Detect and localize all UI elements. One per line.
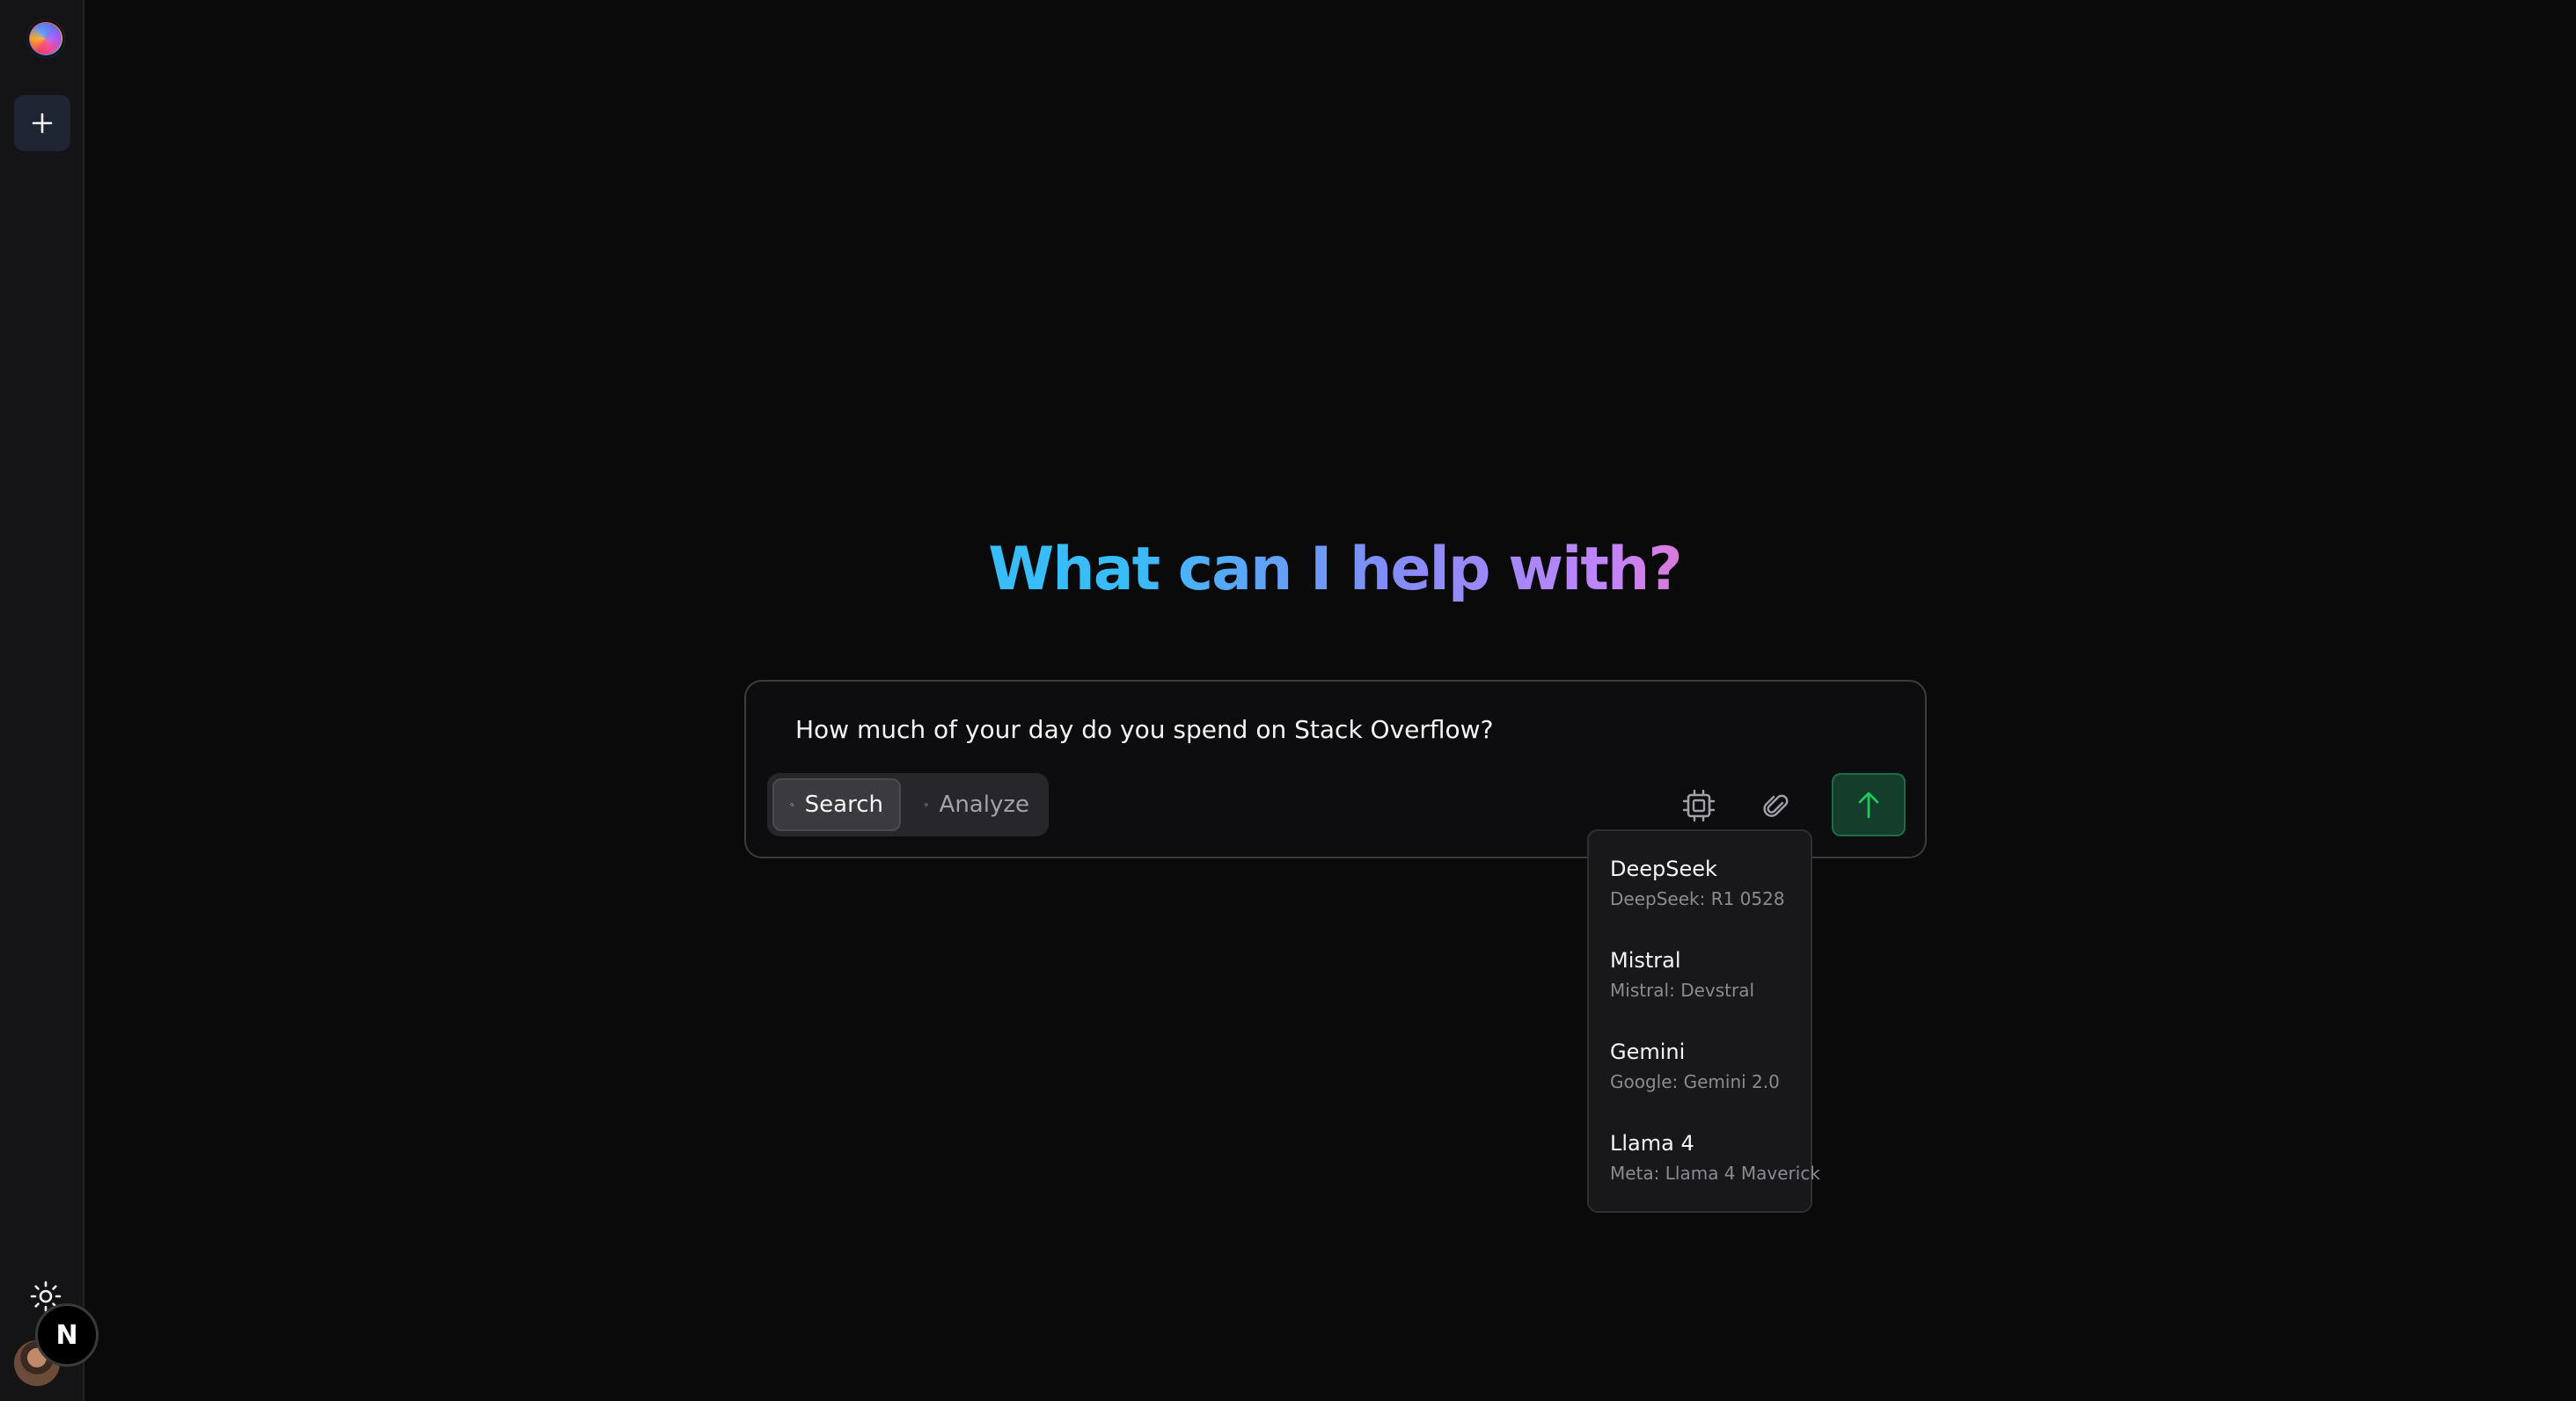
attach-button[interactable]: [1756, 785, 1797, 826]
model-option-name: DeepSeek: [1610, 857, 1717, 881]
model-select-button[interactable]: [1679, 785, 1719, 826]
model-option-name: Mistral: [1610, 948, 1681, 973]
model-option-description: Mistral: Devstral: [1610, 980, 1755, 1001]
model-dropdown-menu: DeepSeek DeepSeek: R1 0528 Mistral Mistr…: [1587, 829, 1820, 1213]
sidebar: [0, 0, 84, 1401]
model-option-description: Meta: Llama 4 Maverick: [1610, 1163, 1820, 1184]
page-title: What can I help with?: [0, 535, 2576, 604]
model-option-name: Gemini: [1610, 1040, 1686, 1064]
model-option-gemini[interactable]: Gemini Google: Gemini 2.0: [1589, 1037, 1811, 1128]
search-icon: [790, 803, 794, 807]
plus-icon: [32, 113, 53, 134]
send-button[interactable]: [1832, 773, 1906, 836]
sparkle-icon: [924, 802, 929, 807]
model-option-mistral[interactable]: Mistral Mistral: Devstral: [1589, 945, 1811, 1037]
paperclip-icon: [1763, 794, 1789, 817]
model-option-description: Google: Gemini 2.0: [1610, 1071, 1780, 1092]
analyze-mode-button[interactable]: Analyze: [908, 778, 1045, 831]
next-badge[interactable]: N: [35, 1303, 99, 1367]
model-option-description: DeepSeek: R1 0528: [1610, 888, 1785, 909]
analyze-mode-label: Analyze: [939, 792, 1029, 818]
search-mode-button[interactable]: Search: [772, 778, 901, 831]
prompt-input[interactable]: How much of your day do you spend on Sta…: [795, 715, 1493, 744]
model-option-deepseek[interactable]: DeepSeek DeepSeek: R1 0528: [1589, 854, 1811, 945]
chip-icon: [1682, 789, 1716, 822]
model-option-llama-4[interactable]: Llama 4 Meta: Llama 4 Maverick: [1589, 1128, 1820, 1220]
mode-toggle-group: Search Analyze: [767, 773, 1049, 836]
new-chat-button[interactable]: [14, 95, 70, 151]
model-option-name: Llama 4: [1610, 1131, 1694, 1156]
app-logo[interactable]: [26, 19, 65, 58]
search-mode-label: Search: [804, 792, 883, 818]
arrow-up-icon: [1858, 792, 1879, 819]
